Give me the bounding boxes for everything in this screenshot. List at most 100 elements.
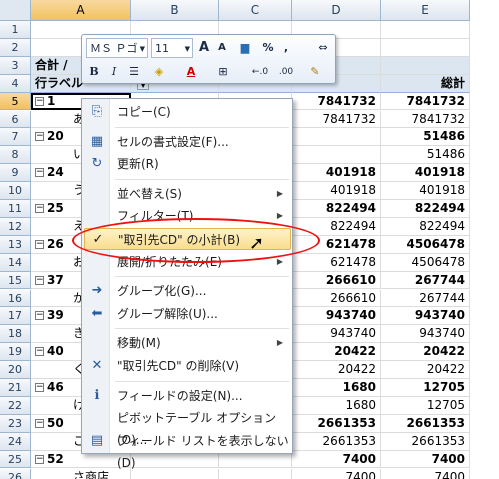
row-header[interactable]: 4 [0, 74, 31, 93]
menu-item[interactable]: ▦ セルの書式設定(F)... [84, 131, 291, 153]
cell-e[interactable]: 20422 [381, 343, 470, 362]
collapse-minus-icon[interactable]: − [35, 239, 44, 249]
cell-e[interactable]: 7841732 [381, 92, 470, 111]
cell-e[interactable]: 822494 [381, 217, 470, 236]
cell-d[interactable]: 943740 [292, 307, 381, 326]
row-header[interactable]: 22 [0, 396, 31, 415]
column-header[interactable]: D [292, 0, 381, 21]
collapse-minus-icon[interactable]: − [35, 311, 44, 321]
cell-d[interactable]: 1680 [292, 379, 381, 397]
row-header[interactable]: 20 [0, 361, 31, 379]
cell-e[interactable]: 401918 [381, 182, 470, 200]
cell-d[interactable]: 7400 [292, 450, 381, 469]
cell-d[interactable]: 401918 [292, 182, 381, 200]
row-header[interactable]: 2 [0, 38, 31, 57]
row-header[interactable]: 18 [0, 325, 31, 344]
column-header[interactable]: E [381, 0, 470, 21]
chevron-down-icon[interactable]: ▼ [140, 39, 145, 59]
format-painter-icon[interactable]: ✎ [304, 62, 326, 82]
cell-d[interactable]: 266610 [292, 271, 381, 290]
comma-button[interactable]: , [278, 38, 294, 58]
cell-a[interactable]: さ商店 [31, 468, 131, 479]
cell-e[interactable]: 4506478 [381, 253, 470, 272]
cell-e[interactable]: 12705 [381, 396, 470, 415]
cell-d[interactable] [292, 146, 381, 165]
row-header[interactable]: 15 [0, 271, 31, 290]
row-header[interactable]: 19 [0, 343, 31, 362]
menu-item[interactable]: ▤ フィールド リストを表示しない(D) [84, 430, 291, 470]
row-header[interactable]: 3 [0, 56, 31, 75]
menu-item[interactable]: ↻ 更新(R) [84, 153, 291, 175]
cell-e[interactable]: 総計 [381, 74, 470, 93]
collapse-minus-icon[interactable]: − [35, 383, 44, 392]
cell-e[interactable]: 12705 [381, 379, 470, 397]
cell-e[interactable]: 943740 [381, 325, 470, 344]
menu-item[interactable]: 移動(M) ▶ [84, 332, 291, 354]
increase-decimal-button[interactable]: ←.0 [248, 62, 272, 82]
align-center-icon[interactable]: ☰ [125, 62, 143, 82]
row-header[interactable]: 13 [0, 235, 31, 254]
menu-item[interactable]: ➜ グループ化(G)... [84, 280, 291, 302]
row-header[interactable]: 21 [0, 379, 31, 397]
collapse-minus-icon[interactable]: − [35, 96, 44, 106]
row-header[interactable]: 16 [0, 289, 31, 308]
row-header[interactable]: 7 [0, 128, 31, 147]
row-header[interactable]: 9 [0, 164, 31, 183]
decrease-decimal-button[interactable]: .00 [274, 62, 298, 82]
menu-item[interactable]: ⎘ コピー(C) [84, 101, 291, 123]
row-header[interactable]: 10 [0, 182, 31, 200]
cell-e[interactable] [381, 56, 470, 75]
cell-e[interactable]: 51486 [381, 146, 470, 165]
cell-d[interactable]: 266610 [292, 289, 381, 308]
column-header[interactable]: C [219, 0, 292, 21]
cell-d[interactable]: 7841732 [292, 110, 381, 129]
column-header[interactable]: B [131, 0, 219, 21]
cell-d[interactable]: 7400 [292, 468, 381, 479]
merge-center-icon[interactable]: ⇔ [314, 38, 332, 58]
row-header[interactable]: 11 [0, 200, 31, 218]
row-header[interactable]: 17 [0, 307, 31, 326]
menu-item[interactable]: 並べ替え(S) ▶ [84, 183, 291, 205]
italic-button[interactable]: I [105, 62, 123, 82]
collapse-minus-icon[interactable]: − [35, 454, 44, 464]
borders-icon[interactable]: ⊞ [212, 62, 234, 82]
cell-d[interactable]: 1680 [292, 396, 381, 415]
cell-d[interactable]: 943740 [292, 325, 381, 344]
cell-e[interactable]: 401918 [381, 164, 470, 183]
menu-item[interactable]: ℹ フィールドの設定(N)... [84, 385, 291, 407]
row-header[interactable]: 23 [0, 414, 31, 433]
row-header[interactable]: 25 [0, 450, 31, 469]
row-header[interactable]: 5 [0, 92, 31, 111]
select-all-corner[interactable] [0, 0, 31, 21]
cell-d[interactable]: 2661353 [292, 414, 381, 433]
cell-e[interactable]: 2661353 [381, 414, 470, 433]
font-color-button[interactable]: A [179, 62, 203, 82]
row-header[interactable]: 6 [0, 110, 31, 129]
row-header[interactable]: 1 [0, 21, 31, 39]
row-header[interactable]: 14 [0, 253, 31, 272]
cell-e[interactable]: 2661353 [381, 432, 470, 451]
cell-e[interactable] [381, 21, 470, 39]
cell-d[interactable]: 401918 [292, 164, 381, 183]
font-name-box[interactable]: ＭＳ Ｐゴ ▼ [86, 38, 148, 58]
cell-d[interactable]: 20422 [292, 361, 381, 379]
cell-e[interactable]: 7841732 [381, 110, 470, 129]
column-header[interactable]: A [31, 0, 131, 21]
font-size-box[interactable]: 11 ▼ [151, 38, 193, 58]
cell-e[interactable]: 7400 [381, 450, 470, 469]
cell-d[interactable]: 621478 [292, 253, 381, 272]
collapse-minus-icon[interactable]: − [35, 275, 44, 285]
row-header[interactable]: 24 [0, 432, 31, 451]
shrink-font-button[interactable]: A [214, 38, 230, 58]
cell-e[interactable]: 267744 [381, 271, 470, 290]
cell-d[interactable]: 20422 [292, 343, 381, 362]
collapse-minus-icon[interactable]: − [35, 132, 44, 142]
cell-d[interactable]: 822494 [292, 200, 381, 218]
cell-e[interactable]: 7400 [381, 468, 470, 479]
cell-e[interactable]: 822494 [381, 200, 470, 218]
menu-item[interactable]: ピボットテーブル オプション(O)... [84, 407, 291, 447]
row-header[interactable]: 26 [0, 468, 31, 479]
bold-button[interactable]: B [85, 62, 103, 82]
collapse-minus-icon[interactable]: − [35, 418, 44, 428]
cell-e[interactable] [381, 38, 470, 57]
